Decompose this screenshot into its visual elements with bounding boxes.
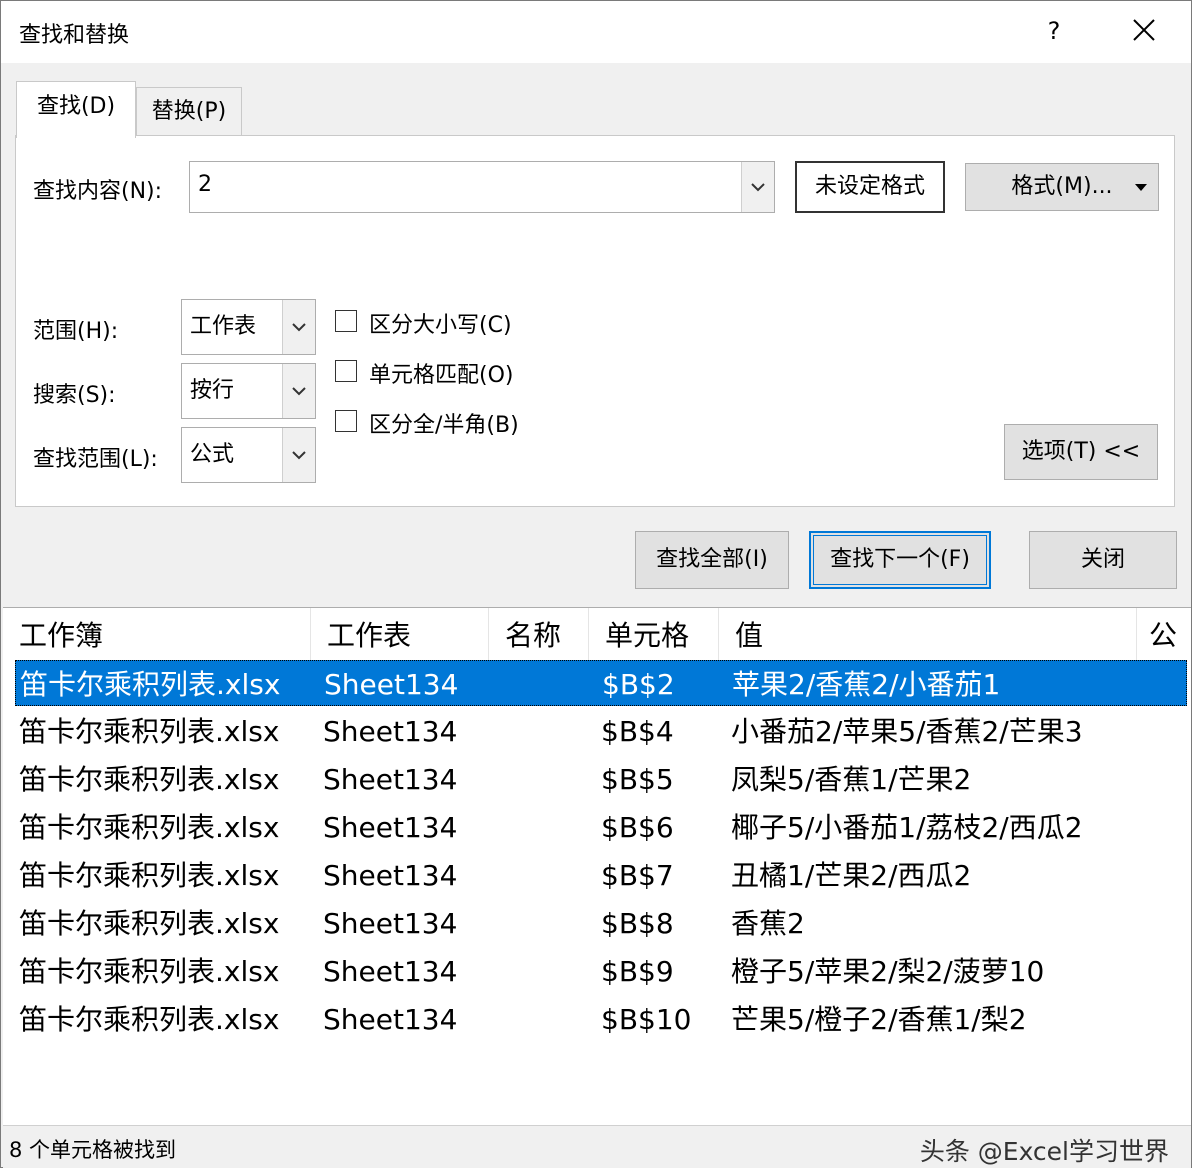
chevron-down-icon <box>292 387 306 396</box>
look-in-select[interactable]: 公式 <box>181 427 316 483</box>
result-workbook: 笛卡尔乘积列表.xlsx <box>20 668 281 701</box>
result-sheet: Sheet134 <box>323 955 458 988</box>
scope-select[interactable]: 工作表 <box>181 299 316 355</box>
result-row[interactable]: 笛卡尔乘积列表.xlsx Sheet134 $B$7 丑橘1/芒果2/西瓜2 <box>15 852 1187 898</box>
status-bar: 8 个单元格被找到 头条 @Excel学习世界 <box>3 1125 1191 1168</box>
help-button[interactable]: ? <box>1031 11 1077 51</box>
result-cell: $B$10 <box>601 1003 692 1036</box>
column-header-formula[interactable]: 公 <box>1137 608 1191 660</box>
result-row[interactable]: 笛卡尔乘积列表.xlsx Sheet134 $B$4 小番茄2/苹果5/香蕉2/… <box>15 708 1187 754</box>
result-sheet: Sheet134 <box>323 859 458 892</box>
title-bar: 查找和替换 ? <box>1 1 1191 63</box>
result-sheet: Sheet134 <box>323 811 458 844</box>
result-workbook: 笛卡尔乘积列表.xlsx <box>19 859 280 892</box>
result-cell: $B$5 <box>601 763 674 796</box>
find-replace-dialog: 查找和替换 ? 查找(D) 替换(P) 查找内容(N): 2 未设定格式 格式(… <box>0 0 1192 1168</box>
results-header: 工作簿 工作表 名称 单元格 值 公 <box>3 608 1191 660</box>
format-status-preview: 未设定格式 <box>795 161 945 213</box>
watermark-text: 头条 @Excel学习世界 <box>919 1137 1169 1166</box>
match-entire-cell-label: 单元格匹配(O) <box>369 363 514 388</box>
scope-dropdown[interactable] <box>282 300 315 354</box>
result-row[interactable]: 笛卡尔乘积列表.xlsx Sheet134 $B$5 凤梨5/香蕉1/芒果2 <box>15 756 1187 802</box>
find-next-label: 查找下一个(F) <box>830 547 970 572</box>
chevron-down-icon <box>292 451 306 460</box>
look-in-value: 公式 <box>190 442 235 467</box>
checkbox-box[interactable] <box>335 310 357 332</box>
result-sheet: Sheet134 <box>323 715 458 748</box>
find-what-value: 2 <box>198 172 212 197</box>
result-cell: $B$4 <box>601 715 674 748</box>
result-row[interactable]: 笛卡尔乘积列表.xlsx Sheet134 $B$10 芒果5/橙子2/香蕉1/… <box>15 996 1187 1042</box>
result-value: 香蕉2 <box>731 907 805 940</box>
result-sheet: Sheet134 <box>323 907 458 940</box>
result-workbook: 笛卡尔乘积列表.xlsx <box>19 811 280 844</box>
dropdown-arrow-icon <box>1135 184 1147 191</box>
scope-value: 工作表 <box>190 314 257 339</box>
checkbox-box[interactable] <box>335 410 357 432</box>
match-case-label: 区分大小写(C) <box>369 313 512 338</box>
dialog-title: 查找和替换 <box>19 23 130 48</box>
result-workbook: 笛卡尔乘积列表.xlsx <box>19 763 280 796</box>
column-header-cell[interactable]: 单元格 <box>589 608 719 660</box>
search-order-dropdown[interactable] <box>282 364 315 418</box>
column-header-workbook[interactable]: 工作簿 <box>3 608 311 660</box>
format-button-label: 格式(M)... <box>1011 174 1113 199</box>
find-next-button[interactable]: 查找下一个(F) <box>809 531 991 589</box>
result-value: 小番茄2/苹果5/香蕉2/芒果3 <box>731 715 1083 748</box>
result-workbook: 笛卡尔乘积列表.xlsx <box>19 715 280 748</box>
result-value: 芒果5/橙子2/香蕉1/梨2 <box>731 1003 1027 1036</box>
result-row[interactable]: 笛卡尔乘积列表.xlsx Sheet134 $B$9 橙子5/苹果2/梨2/菠萝… <box>15 948 1187 994</box>
look-in-label: 查找范围(L): <box>33 447 158 472</box>
result-workbook: 笛卡尔乘积列表.xlsx <box>19 1003 280 1036</box>
result-cell: $B$8 <box>601 907 674 940</box>
result-workbook: 笛卡尔乘积列表.xlsx <box>19 955 280 988</box>
search-order-value: 按行 <box>190 378 235 403</box>
result-cell: $B$7 <box>601 859 674 892</box>
tab-find[interactable]: 查找(D) <box>16 81 136 138</box>
search-order-label: 搜索(S): <box>33 383 116 408</box>
chevron-down-icon <box>751 183 765 192</box>
close-window-button[interactable] <box>1121 11 1167 51</box>
match-byte-width-label: 区分全/半角(B) <box>369 413 519 438</box>
result-sheet: Sheet134 <box>323 1003 458 1036</box>
result-row[interactable]: 笛卡尔乘积列表.xlsx Sheet134 $B$6 椰子5/小番茄1/荔枝2/… <box>15 804 1187 850</box>
result-row[interactable]: 笛卡尔乘积列表.xlsx Sheet134 $B$8 香蕉2 <box>15 900 1187 946</box>
find-what-combobox[interactable]: 2 <box>189 161 775 213</box>
result-row[interactable]: 笛卡尔乘积列表.xlsx Sheet134 $B$2 苹果2/香蕉2/小番茄1 <box>15 660 1187 706</box>
look-in-dropdown[interactable] <box>282 428 315 482</box>
result-cell: $B$6 <box>601 811 674 844</box>
scope-label: 范围(H): <box>33 319 119 344</box>
format-button[interactable]: 格式(M)... <box>965 163 1159 211</box>
chevron-down-icon <box>292 323 306 332</box>
search-order-select[interactable]: 按行 <box>181 363 316 419</box>
tab-replace[interactable]: 替换(P) <box>136 87 242 136</box>
find-all-button[interactable]: 查找全部(I) <box>635 531 789 589</box>
column-header-sheet[interactable]: 工作表 <box>311 608 489 660</box>
result-workbook: 笛卡尔乘积列表.xlsx <box>19 907 280 940</box>
column-header-name[interactable]: 名称 <box>489 608 589 660</box>
options-toggle-button[interactable]: 选项(T) << <box>1004 424 1158 480</box>
results-count-status: 8 个单元格被找到 <box>9 1138 177 1162</box>
find-what-dropdown[interactable] <box>741 162 774 212</box>
result-cell: $B$2 <box>602 668 675 701</box>
result-sheet: Sheet134 <box>323 763 458 796</box>
find-what-label: 查找内容(N): <box>33 179 163 204</box>
result-value: 椰子5/小番茄1/荔枝2/西瓜2 <box>731 811 1083 844</box>
close-icon <box>1133 19 1155 41</box>
checkbox-box[interactable] <box>335 360 357 382</box>
result-value: 苹果2/香蕉2/小番茄1 <box>732 668 1001 701</box>
result-sheet: Sheet134 <box>324 668 459 701</box>
result-value: 凤梨5/香蕉1/芒果2 <box>731 763 972 796</box>
result-value: 丑橘1/芒果2/西瓜2 <box>731 859 972 892</box>
result-cell: $B$9 <box>601 955 674 988</box>
results-list[interactable]: 工作簿 工作表 名称 单元格 值 公 笛卡尔乘积列表.xlsx Sheet134… <box>3 607 1191 1126</box>
close-button[interactable]: 关闭 <box>1029 531 1177 589</box>
result-value: 橙子5/苹果2/梨2/菠萝10 <box>731 955 1045 988</box>
column-header-value[interactable]: 值 <box>719 608 1137 660</box>
